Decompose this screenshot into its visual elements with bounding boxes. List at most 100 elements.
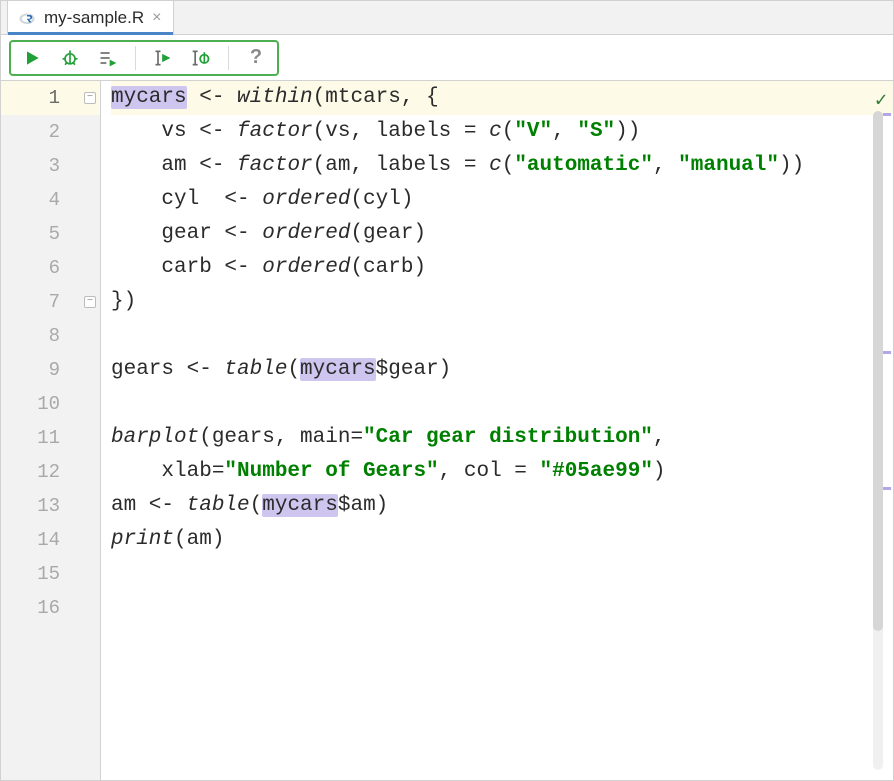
error-stripe[interactable] [883,81,891,780]
code-token: ( [502,154,515,177]
code-token: (gears, main= [199,426,363,449]
help-button[interactable]: ? [245,47,267,69]
toolbar-highlight-box: ? [9,40,279,76]
gutter-line[interactable]: 13 [1,489,100,523]
gutter-line[interactable]: 10 [1,387,100,421]
stripe-mark[interactable] [883,113,891,116]
toolbar-separator [228,46,229,70]
code-token: c [489,154,502,177]
code-line[interactable]: mycars <- within(mtcars, { [111,81,893,115]
fold-collapse-icon[interactable]: − [84,296,96,308]
code-line[interactable] [111,557,893,591]
code-token: ordered [262,256,350,279]
code-token: within [237,86,313,109]
code-token: $gear) [376,358,452,381]
r-file-icon [18,9,36,27]
fold-collapse-icon[interactable]: − [84,92,96,104]
file-tab-label: my-sample.R [44,8,144,28]
code-token: am <- [111,494,187,517]
code-token: )) [779,154,804,177]
code-line[interactable]: xlab="Number of Gears", col = "#05ae99") [111,455,893,489]
code-token: barplot [111,426,199,449]
gutter-line[interactable]: 15 [1,557,100,591]
gutter-line[interactable]: 5 [1,217,100,251]
code-token: gear <- [111,222,262,245]
code-line[interactable]: barplot(gears, main="Car gear distributi… [111,421,893,455]
code-token: mycars [262,494,338,517]
gutter-line[interactable]: 9 [1,353,100,387]
gutter-line[interactable]: 8 [1,319,100,353]
file-tab[interactable]: my-sample.R × [7,0,174,34]
gutter-line[interactable]: 16 [1,591,100,625]
code-line[interactable]: am <- table(mycars$am) [111,489,893,523]
code-token: ( [250,494,263,517]
code-line[interactable] [111,387,893,421]
code-token: table [224,358,287,381]
code-token: ) [653,460,666,483]
gutter-line[interactable]: 7− [1,285,100,319]
code-token: , col = [439,460,540,483]
toolbar: ? [1,35,893,81]
code-line[interactable]: }) [111,285,893,319]
run-from-cursor-button[interactable] [152,47,174,69]
code-line[interactable]: print(am) [111,523,893,557]
code-token: }) [111,290,136,313]
code-token: vs <- [111,120,237,143]
stripe-mark[interactable] [883,487,891,490]
tab-bar: my-sample.R × [1,1,893,35]
close-icon[interactable]: × [152,9,161,27]
code-token: cyl <- [111,188,262,211]
toolbar-separator [135,46,136,70]
code-line[interactable]: carb <- ordered(carb) [111,251,893,285]
code-line[interactable]: cyl <- ordered(cyl) [111,183,893,217]
code-token: "V" [514,120,552,143]
code-token: ( [287,358,300,381]
code-token: "automatic" [514,154,653,177]
code-line[interactable]: vs <- factor(vs, labels = c("V", "S")) [111,115,893,149]
run-selection-button[interactable] [97,47,119,69]
code-token: ordered [262,188,350,211]
gutter-line[interactable]: 3 [1,149,100,183]
code-token: )) [615,120,640,143]
code-token: (am, labels = [313,154,489,177]
code-token: mycars [111,86,187,109]
gutter-line[interactable]: 1− [1,81,100,115]
gutter: 1−234567−8910111213141516 [1,81,101,780]
code-token: mycars [300,358,376,381]
code-line[interactable]: gears <- table(mycars$gear) [111,353,893,387]
code-token: ordered [262,222,350,245]
gutter-line[interactable]: 11 [1,421,100,455]
scrollbar-thumb[interactable] [873,111,883,631]
code-token: , [653,426,666,449]
gutter-line[interactable]: 2 [1,115,100,149]
code-line[interactable]: gear <- ordered(gear) [111,217,893,251]
code-line[interactable]: am <- factor(am, labels = c("automatic",… [111,149,893,183]
debug-button[interactable] [59,47,81,69]
code-token: , [653,154,678,177]
code-token: <- [187,86,237,109]
code-token: print [111,528,174,551]
code-token: gears <- [111,358,224,381]
code-token: , [552,120,577,143]
code-token: "S" [577,120,615,143]
gutter-line[interactable]: 6 [1,251,100,285]
gutter-line[interactable]: 14 [1,523,100,557]
code-token: factor [237,120,313,143]
code-token: ( [502,120,515,143]
gutter-line[interactable]: 4 [1,183,100,217]
gutter-line[interactable]: 12 [1,455,100,489]
code-area[interactable]: mycars <- within(mtcars, { vs <- factor(… [101,81,893,780]
code-token: "Car gear distribution" [363,426,653,449]
run-button[interactable] [21,47,43,69]
stripe-mark[interactable] [883,351,891,354]
vertical-scrollbar[interactable] [873,111,883,770]
debug-from-cursor-button[interactable] [190,47,212,69]
code-line[interactable] [111,319,893,353]
code-token: (cyl) [350,188,413,211]
code-token: c [489,120,502,143]
code-token: $am) [338,494,388,517]
code-token: carb <- [111,256,262,279]
code-token: factor [237,154,313,177]
code-token: (gear) [350,222,426,245]
code-line[interactable] [111,591,893,625]
